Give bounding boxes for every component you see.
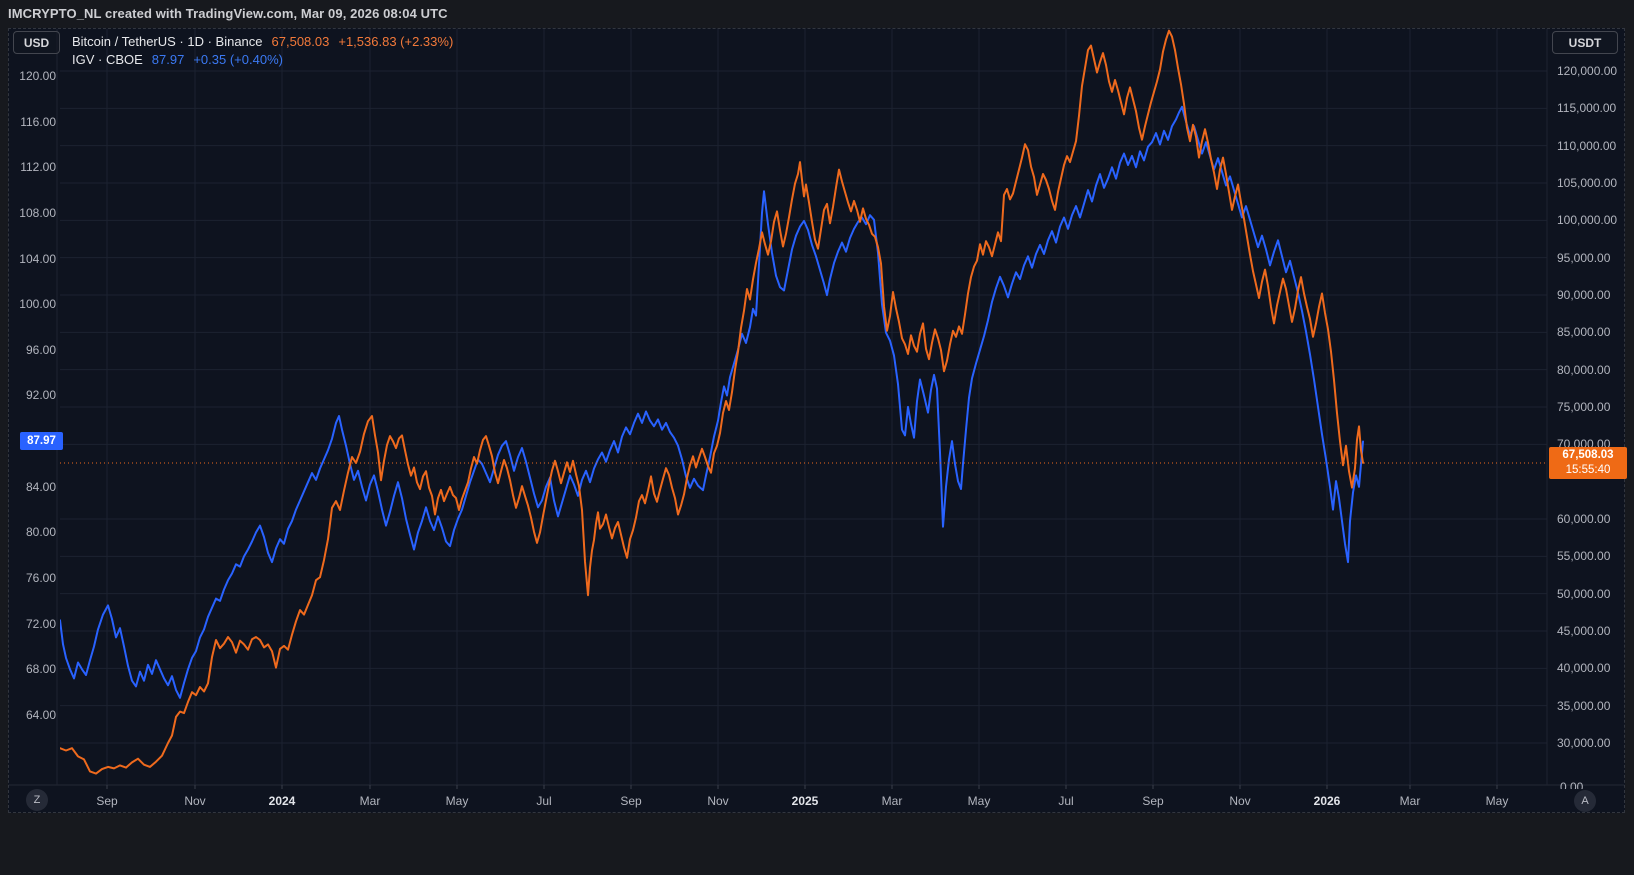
left-unit-currency-button[interactable]: USD bbox=[13, 31, 60, 54]
time-axis-month-label: Jul bbox=[536, 794, 551, 808]
left-axis-tick: 68.00 bbox=[16, 662, 56, 676]
right-axis-tick: 110,000.00 bbox=[1557, 139, 1616, 153]
left-axis-tick: 72.00 bbox=[16, 617, 56, 631]
grid bbox=[60, 29, 1547, 785]
right-axis-tick: 55,000.00 bbox=[1557, 549, 1610, 563]
right-axis-tick: 30,000.00 bbox=[1557, 736, 1610, 750]
btc-series-line[interactable] bbox=[60, 31, 1363, 774]
time-axis-month-label: Mar bbox=[1400, 794, 1421, 808]
legend-igv-price: 87.97 bbox=[152, 52, 185, 67]
time-axis-year-label: 2024 bbox=[269, 794, 296, 808]
time-axis-month-label: Mar bbox=[882, 794, 903, 808]
right-axis-tick: 45,000.00 bbox=[1557, 624, 1610, 638]
legend-igv-change: +0.35 (+0.40%) bbox=[193, 52, 283, 67]
time-axis-month-label: Mar bbox=[360, 794, 381, 808]
time-axis-month-label: Sep bbox=[96, 794, 117, 808]
tradingview-chart-page: IMCRYPTO_NL created with TradingView.com… bbox=[0, 0, 1634, 875]
time-axis-month-label: Nov bbox=[1229, 794, 1250, 808]
igv-series-line[interactable] bbox=[60, 107, 1363, 698]
right-axis-tick: 40,000.00 bbox=[1557, 661, 1610, 675]
legend-row-btc[interactable]: Bitcoin / TetherUS · 1D · Binance 67,508.… bbox=[72, 34, 453, 49]
right-axis-tick: 120,000.00 bbox=[1557, 64, 1617, 78]
time-axis-month-label: Nov bbox=[184, 794, 205, 808]
right-axis-tick: 105,000.00 bbox=[1557, 176, 1617, 190]
time-axis-month-label: Nov bbox=[707, 794, 728, 808]
left-price-scale[interactable]: 120.00 116.00 112.00 108.00 104.00 100.00 96.0… bbox=[0, 29, 60, 785]
time-axis-month-label: May bbox=[968, 794, 991, 808]
right-axis-tick: 75,000.00 bbox=[1557, 400, 1610, 414]
left-axis-tick: 84.00 bbox=[16, 480, 56, 494]
right-price-scale[interactable]: 120,000.00 115,000.00 110,000.00 105,000.00… bbox=[1552, 29, 1630, 789]
time-axis-month-label: May bbox=[1486, 794, 1509, 808]
right-axis-tick: 90,000.00 bbox=[1557, 288, 1610, 302]
time-axis-month-label: Jul bbox=[1058, 794, 1073, 808]
left-axis-tick: 76.00 bbox=[16, 571, 56, 585]
igv-last-price-badge: 87.97 bbox=[20, 432, 63, 450]
right-axis-tick: 35,000.00 bbox=[1557, 699, 1610, 713]
legend-btc-price: 67,508.03 bbox=[272, 34, 330, 49]
left-axis-tick: 64.00 bbox=[16, 708, 56, 722]
right-axis-tick: 85,000.00 bbox=[1557, 325, 1610, 339]
left-axis-tick: 116.00 bbox=[16, 115, 56, 129]
time-axis-month-label: Sep bbox=[1142, 794, 1163, 808]
btc-countdown-timer: 15:55:40 bbox=[1566, 463, 1611, 478]
chart-canvas[interactable] bbox=[0, 0, 1634, 875]
corner-badge-z: Z bbox=[26, 789, 48, 811]
left-axis-tick: 100.00 bbox=[16, 297, 56, 311]
left-axis-tick: 120.00 bbox=[16, 69, 56, 83]
legend-row-igv[interactable]: IGV · CBOE 87.97 +0.35 (+0.40%) bbox=[72, 52, 283, 67]
left-axis-tick: 80.00 bbox=[16, 525, 56, 539]
legend-btc-title[interactable]: Bitcoin / TetherUS · 1D · Binance bbox=[72, 34, 263, 49]
btc-last-price-value: 67,508.03 bbox=[1562, 448, 1613, 463]
btc-last-price-badge: 67,508.03 15:55:40 bbox=[1549, 447, 1627, 479]
legend-btc-change: +1,536.83 (+2.33%) bbox=[338, 34, 453, 49]
legend-igv-title[interactable]: IGV · CBOE bbox=[72, 52, 143, 67]
right-axis-tick: 100,000.00 bbox=[1557, 213, 1617, 227]
time-axis-month-label: May bbox=[446, 794, 469, 808]
right-axis-tick: 60,000.00 bbox=[1557, 512, 1610, 526]
time-axis-year-label: 2026 bbox=[1314, 794, 1341, 808]
right-axis-tick: 115,000.00 bbox=[1557, 101, 1616, 115]
left-axis-tick: 112.00 bbox=[16, 160, 56, 174]
right-axis-tick: 80,000.00 bbox=[1557, 363, 1610, 377]
left-axis-tick: 108.00 bbox=[16, 206, 56, 220]
time-axis-month-label: Sep bbox=[620, 794, 641, 808]
right-unit-currency-button[interactable]: USDT bbox=[1552, 31, 1618, 54]
time-axis-year-label: 2025 bbox=[792, 794, 819, 808]
left-axis-tick: 92.00 bbox=[16, 388, 56, 402]
right-axis-tick: 50,000.00 bbox=[1557, 587, 1610, 601]
left-axis-tick: 104.00 bbox=[16, 252, 56, 266]
corner-badge-a: A bbox=[1574, 790, 1596, 812]
right-axis-tick: 95,000.00 bbox=[1557, 251, 1610, 265]
left-axis-tick: 96.00 bbox=[16, 343, 56, 357]
time-scale[interactable]: Sep Nov 2024 Mar May Jul Sep Nov 2025 Mar May Jul Se… bbox=[9, 785, 1625, 812]
